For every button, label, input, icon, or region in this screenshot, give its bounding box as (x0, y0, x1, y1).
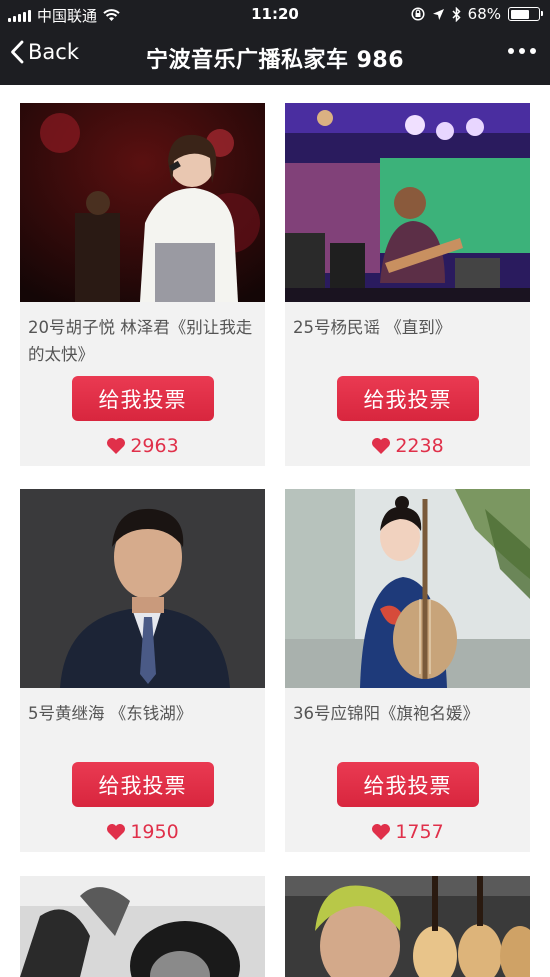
guitar-shop-photo[interactable] (285, 876, 530, 977)
card-caption: 5号黄继海 《东钱湖》 (28, 704, 193, 723)
rotation-lock-icon (411, 7, 425, 21)
contestant-card: 25号杨民谣 《直到》 给我投票 2238 (285, 103, 530, 466)
vote-button[interactable]: 给我投票 (71, 376, 214, 421)
like-count-value: 2238 (395, 435, 444, 457)
nav-bar: Back 宁波音乐广播私家车 986 (0, 28, 550, 85)
like-count: 1950 (20, 821, 265, 843)
heart-icon (107, 438, 126, 454)
contestant-card: 20号胡子悦 林泽君《别让我走的太快》 给我投票 2963 (20, 103, 265, 466)
contestant-card: 36号应锦阳《旗袍名媛》 给我投票 1757 (285, 489, 530, 852)
card-caption: 36号应锦阳《旗袍名媛》 (293, 704, 479, 723)
bluetooth-icon (452, 6, 461, 22)
page-title: 宁波音乐广播私家车 986 (145, 48, 405, 73)
singer-photo[interactable] (20, 103, 265, 302)
like-count: 1757 (285, 821, 530, 843)
status-right: 68% (411, 5, 543, 23)
contestant-card (285, 876, 530, 977)
like-count: 2963 (20, 435, 265, 457)
heart-icon (107, 824, 126, 840)
card-caption: 20号胡子悦 林泽君《别让我走的太快》 (28, 318, 253, 364)
heart-icon (372, 824, 391, 840)
status-bar: 中国联通 11:20 68% (0, 0, 550, 28)
contestant-card (20, 876, 265, 977)
like-count: 2238 (285, 435, 530, 457)
battery-icon (508, 7, 543, 21)
vote-button[interactable]: 给我投票 (336, 376, 479, 421)
portrait-photo[interactable] (20, 489, 265, 688)
pipa-player-photo[interactable] (285, 489, 530, 688)
stage-photo[interactable] (285, 103, 530, 302)
like-count-value: 1950 (130, 821, 179, 843)
card-caption: 25号杨民谣 《直到》 (293, 318, 452, 337)
battery-percent: 68% (467, 5, 501, 23)
like-count-value: 1757 (395, 821, 444, 843)
more-menu-icon[interactable] (508, 48, 536, 54)
bw-portrait-photo[interactable] (20, 876, 265, 977)
contestant-grid: 20号胡子悦 林泽君《别让我走的太快》 给我投票 2963 25号杨民谣 《直到… (0, 85, 550, 977)
vote-button[interactable]: 给我投票 (336, 762, 479, 807)
location-icon (432, 8, 444, 20)
contestant-card: 5号黄继海 《东钱湖》 给我投票 1950 (20, 489, 265, 852)
like-count-value: 2963 (130, 435, 179, 457)
vote-button[interactable]: 给我投票 (71, 762, 214, 807)
heart-icon (372, 438, 391, 454)
battery-level (510, 9, 529, 19)
